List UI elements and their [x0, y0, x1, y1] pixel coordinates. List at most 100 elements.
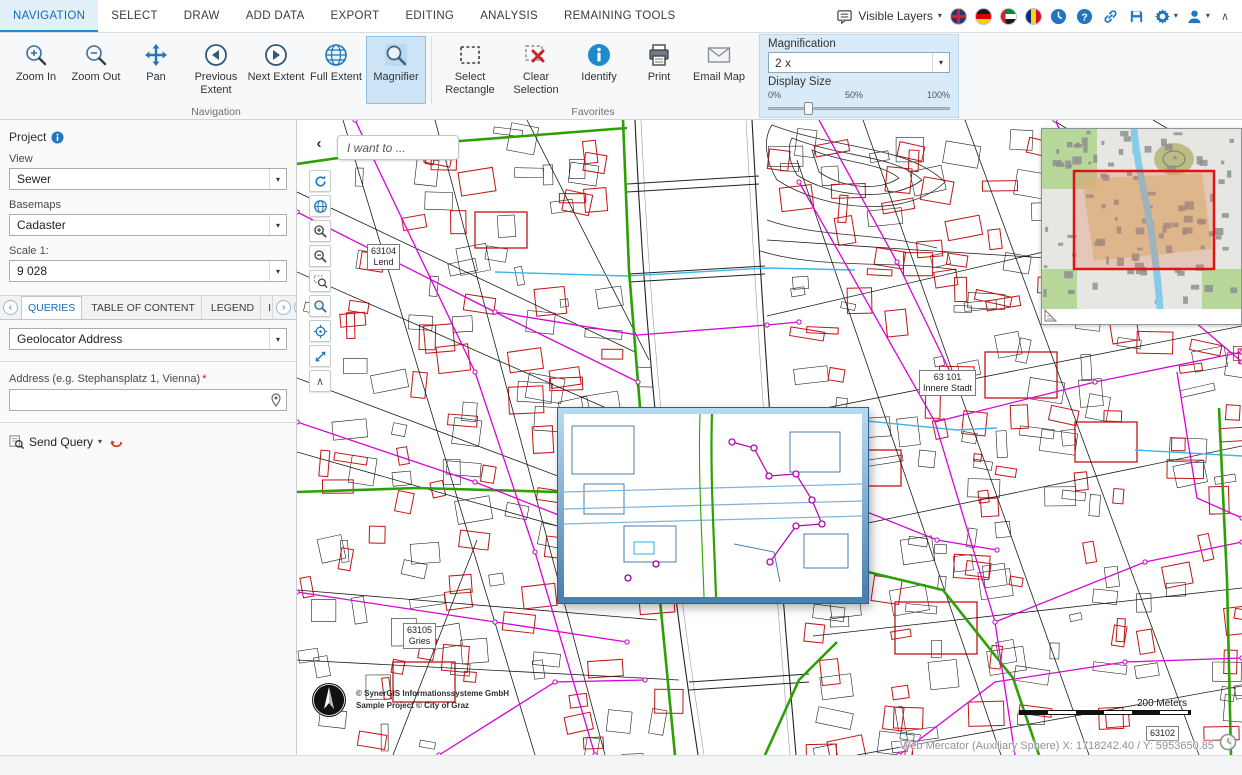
- map-viewport[interactable]: ‹ I want to ... ∧ 63104 Lend 63 101 I: [297, 120, 1242, 755]
- select-rectangle-button[interactable]: Select Rectangle: [437, 36, 503, 104]
- tab-add-data[interactable]: ADD DATA: [233, 0, 318, 32]
- chevron-down-icon: ▾: [269, 261, 286, 281]
- magnifier-button[interactable]: Magnifier: [366, 36, 426, 104]
- slider-track: [768, 107, 950, 110]
- scale-value: 9 028: [17, 264, 47, 278]
- button-label: Clear Selection: [504, 71, 568, 96]
- group-caption-navigation: Navigation: [2, 106, 430, 119]
- tab-select[interactable]: SELECT: [98, 0, 171, 32]
- identify-button[interactable]: Identify: [569, 36, 629, 104]
- save-icon[interactable]: [1128, 7, 1146, 25]
- clock-icon[interactable]: [1219, 733, 1237, 751]
- zoom-in-button[interactable]: Zoom In: [6, 36, 66, 104]
- tab-analysis[interactable]: ANALYSIS: [467, 0, 551, 32]
- chevron-down-icon: ▾: [1174, 12, 1178, 20]
- pan-button[interactable]: Pan: [126, 36, 186, 104]
- ribbon-tabs: NAVIGATION SELECT DRAW ADD DATA EXPORT E…: [0, 0, 688, 32]
- map-zoom-window-button[interactable]: [309, 270, 331, 292]
- map-refresh-button[interactable]: [309, 170, 331, 192]
- overview-extent-rectangle[interactable]: [1074, 171, 1214, 269]
- user-menu[interactable]: ▾: [1186, 7, 1210, 25]
- district-label-63102: 63102: [1146, 726, 1179, 741]
- undo-icon: [109, 434, 124, 449]
- district-code: 63 101: [923, 372, 972, 383]
- map-expand-button[interactable]: [309, 345, 331, 367]
- map-center-point-button[interactable]: [309, 320, 331, 342]
- map-zoom-in-button[interactable]: [309, 220, 331, 242]
- tab-editing[interactable]: EDITING: [392, 0, 467, 32]
- tab-table-of-content[interactable]: TABLE OF CONTENT: [85, 296, 202, 319]
- flag-uae-icon[interactable]: [1000, 8, 1017, 25]
- query-type-select[interactable]: Geolocator Address ▾: [9, 328, 287, 350]
- collapse-sidebar-button[interactable]: ‹: [309, 132, 329, 154]
- panel-tabs-last-button[interactable]: ›: [294, 300, 296, 315]
- chevron-down-icon: ▾: [269, 215, 286, 235]
- display-size-slider[interactable]: [768, 101, 950, 115]
- globe-icon: [323, 42, 349, 68]
- address-input[interactable]: [9, 389, 287, 411]
- button-label: Zoom In: [16, 71, 56, 84]
- next-extent-button[interactable]: Next Extent: [246, 36, 306, 104]
- settings-menu[interactable]: ▾: [1154, 7, 1178, 25]
- coordinate-status-text: Web Mercator (Auxiliary Sphere) X: 17182…: [900, 740, 1214, 752]
- next-extent-icon: [263, 42, 289, 68]
- tab-draw[interactable]: DRAW: [171, 0, 233, 32]
- required-marker: *: [202, 373, 206, 385]
- send-query-icon: [9, 434, 24, 449]
- view-value: Sewer: [17, 172, 51, 186]
- north-arrow-icon: [311, 682, 347, 718]
- district-name: Gries: [407, 636, 432, 647]
- expand-arrows-icon: [313, 349, 328, 364]
- view-select[interactable]: Sewer ▾: [9, 168, 287, 190]
- flag-germany-icon[interactable]: [975, 8, 992, 25]
- tab-remaining-tools[interactable]: REMAINING TOOLS: [551, 0, 688, 32]
- map-full-extent-button[interactable]: [309, 195, 331, 217]
- link-icon[interactable]: [1102, 7, 1120, 25]
- map-zoom-out-button[interactable]: [309, 245, 331, 267]
- panel-tabs-prev-button[interactable]: ‹: [3, 300, 18, 315]
- previous-extent-button[interactable]: Previous Extent: [186, 36, 246, 104]
- address-locate-icon[interactable]: [269, 393, 283, 407]
- map-magnifier-button[interactable]: [309, 295, 331, 317]
- scale-select[interactable]: 9 028 ▾: [9, 260, 287, 282]
- overview-map[interactable]: [1041, 128, 1242, 325]
- history-clock-icon[interactable]: [1050, 7, 1068, 25]
- slider-handle[interactable]: [804, 102, 813, 115]
- magnification-select[interactable]: 2 x ▾: [768, 52, 950, 73]
- basemaps-label: Basemaps: [9, 199, 287, 211]
- district-code: 63102: [1150, 728, 1175, 739]
- email-map-button[interactable]: Email Map: [689, 36, 749, 104]
- button-label: Magnifier: [373, 71, 418, 84]
- visible-layers-dropdown[interactable]: Visible Layers ▾: [836, 8, 942, 25]
- flag-romania-icon[interactable]: [1025, 8, 1042, 25]
- print-button[interactable]: Print: [629, 36, 689, 104]
- tab-clipped[interactable]: I: [264, 296, 273, 319]
- tab-queries[interactable]: QUERIES: [21, 296, 82, 319]
- project-header: Project: [9, 130, 287, 144]
- tab-navigation[interactable]: NAVIGATION: [0, 0, 98, 32]
- help-icon[interactable]: ?: [1076, 7, 1094, 25]
- ribbon-toolbar: Zoom In Zoom Out Pan Previous Extent Nex…: [0, 33, 1242, 120]
- send-query-button[interactable]: Send Query ▾: [9, 434, 102, 449]
- clear-selection-button[interactable]: Clear Selection: [503, 36, 569, 104]
- address-field-wrap: [9, 389, 287, 411]
- map-toolbar-collapse-button[interactable]: ∧: [309, 370, 331, 392]
- panel-tabs-next-button[interactable]: ›: [276, 300, 291, 315]
- flag-uk-icon[interactable]: [950, 8, 967, 25]
- tab-legend[interactable]: LEGEND: [205, 296, 261, 319]
- tab-export[interactable]: EXPORT: [318, 0, 393, 32]
- collapse-ribbon-icon[interactable]: ∧: [1218, 10, 1232, 23]
- scale-bar-graphic: [1019, 710, 1191, 715]
- magnifier-window[interactable]: [558, 408, 868, 603]
- refresh-icon: [313, 174, 328, 189]
- basemaps-select[interactable]: Cadaster ▾: [9, 214, 287, 236]
- zoom-out-button[interactable]: Zoom Out: [66, 36, 126, 104]
- copyright-line-2: Sample Project © City of Graz: [356, 700, 509, 712]
- reset-query-button[interactable]: [109, 434, 124, 449]
- full-extent-button[interactable]: Full Extent: [306, 36, 366, 104]
- i-want-to-search[interactable]: I want to ...: [337, 135, 459, 160]
- send-query-label: Send Query: [29, 435, 93, 449]
- overview-resize-handle[interactable]: [1044, 309, 1057, 322]
- zoom-window-icon: [313, 274, 328, 289]
- info-icon[interactable]: [51, 131, 64, 144]
